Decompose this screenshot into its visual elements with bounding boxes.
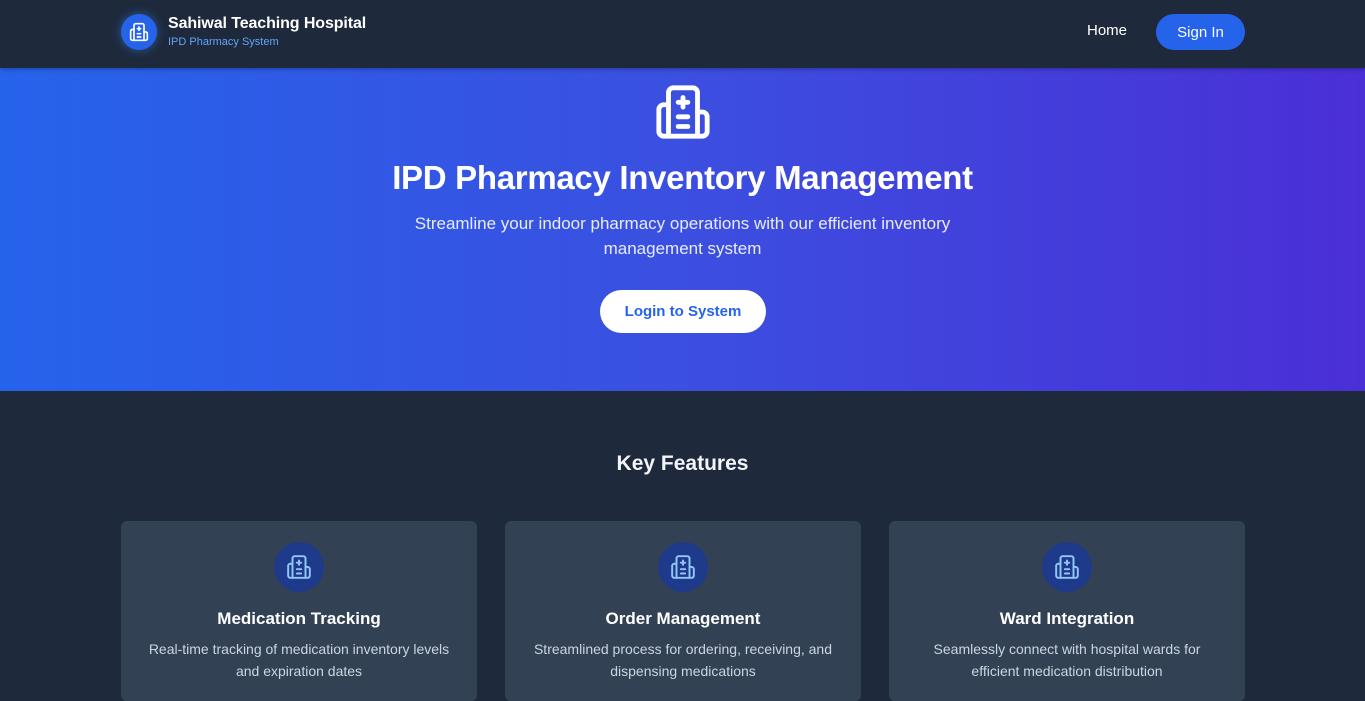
feature-card-order-management: Order Management Streamlined process for… bbox=[505, 521, 861, 701]
feature-card-description: Seamlessly connect with hospital wards f… bbox=[933, 641, 1201, 679]
feature-card-title: Medication Tracking bbox=[217, 609, 381, 628]
feature-card-medication-tracking: Medication Tracking Real-time tracking o… bbox=[121, 521, 477, 701]
sign-in-button[interactable]: Sign In bbox=[1156, 14, 1245, 50]
nav-home-link[interactable]: Home bbox=[1087, 22, 1127, 40]
hospital-icon bbox=[274, 542, 324, 592]
feature-card-title: Order Management bbox=[605, 609, 761, 628]
navbar: Sahiwal Teaching Hospital IPD Pharmacy S… bbox=[0, 0, 1365, 68]
hero-subtitle: Streamline your indoor pharmacy operatio… bbox=[414, 214, 951, 258]
hero-title: IPD Pharmacy Inventory Management bbox=[392, 159, 973, 196]
brand-title: Sahiwal Teaching Hospital bbox=[168, 15, 367, 32]
brand-text: Sahiwal Teaching Hospital IPD Pharmacy S… bbox=[168, 14, 366, 50]
hospital-icon bbox=[1042, 542, 1092, 592]
feature-card-title: Ward Integration bbox=[999, 609, 1135, 628]
features-section: Key Features Medication Tracking Real-ti… bbox=[0, 391, 1365, 701]
feature-card-description: Real-time tracking of medication invento… bbox=[148, 641, 450, 679]
hospital-icon bbox=[121, 14, 157, 50]
brand-subtitle: IPD Pharmacy System bbox=[168, 36, 279, 48]
features-title: Key Features bbox=[616, 452, 749, 475]
feature-card-description: Streamlined process for ordering, receiv… bbox=[533, 641, 833, 679]
hero-section: IPD Pharmacy Inventory Management Stream… bbox=[0, 68, 1365, 391]
hospital-icon bbox=[654, 83, 712, 141]
feature-card-ward-integration: Ward Integration Seamlessly connect with… bbox=[889, 521, 1245, 701]
login-to-system-button[interactable]: Login to System bbox=[600, 290, 766, 333]
hospital-icon bbox=[658, 542, 708, 592]
brand[interactable]: Sahiwal Teaching Hospital IPD Pharmacy S… bbox=[121, 14, 366, 50]
